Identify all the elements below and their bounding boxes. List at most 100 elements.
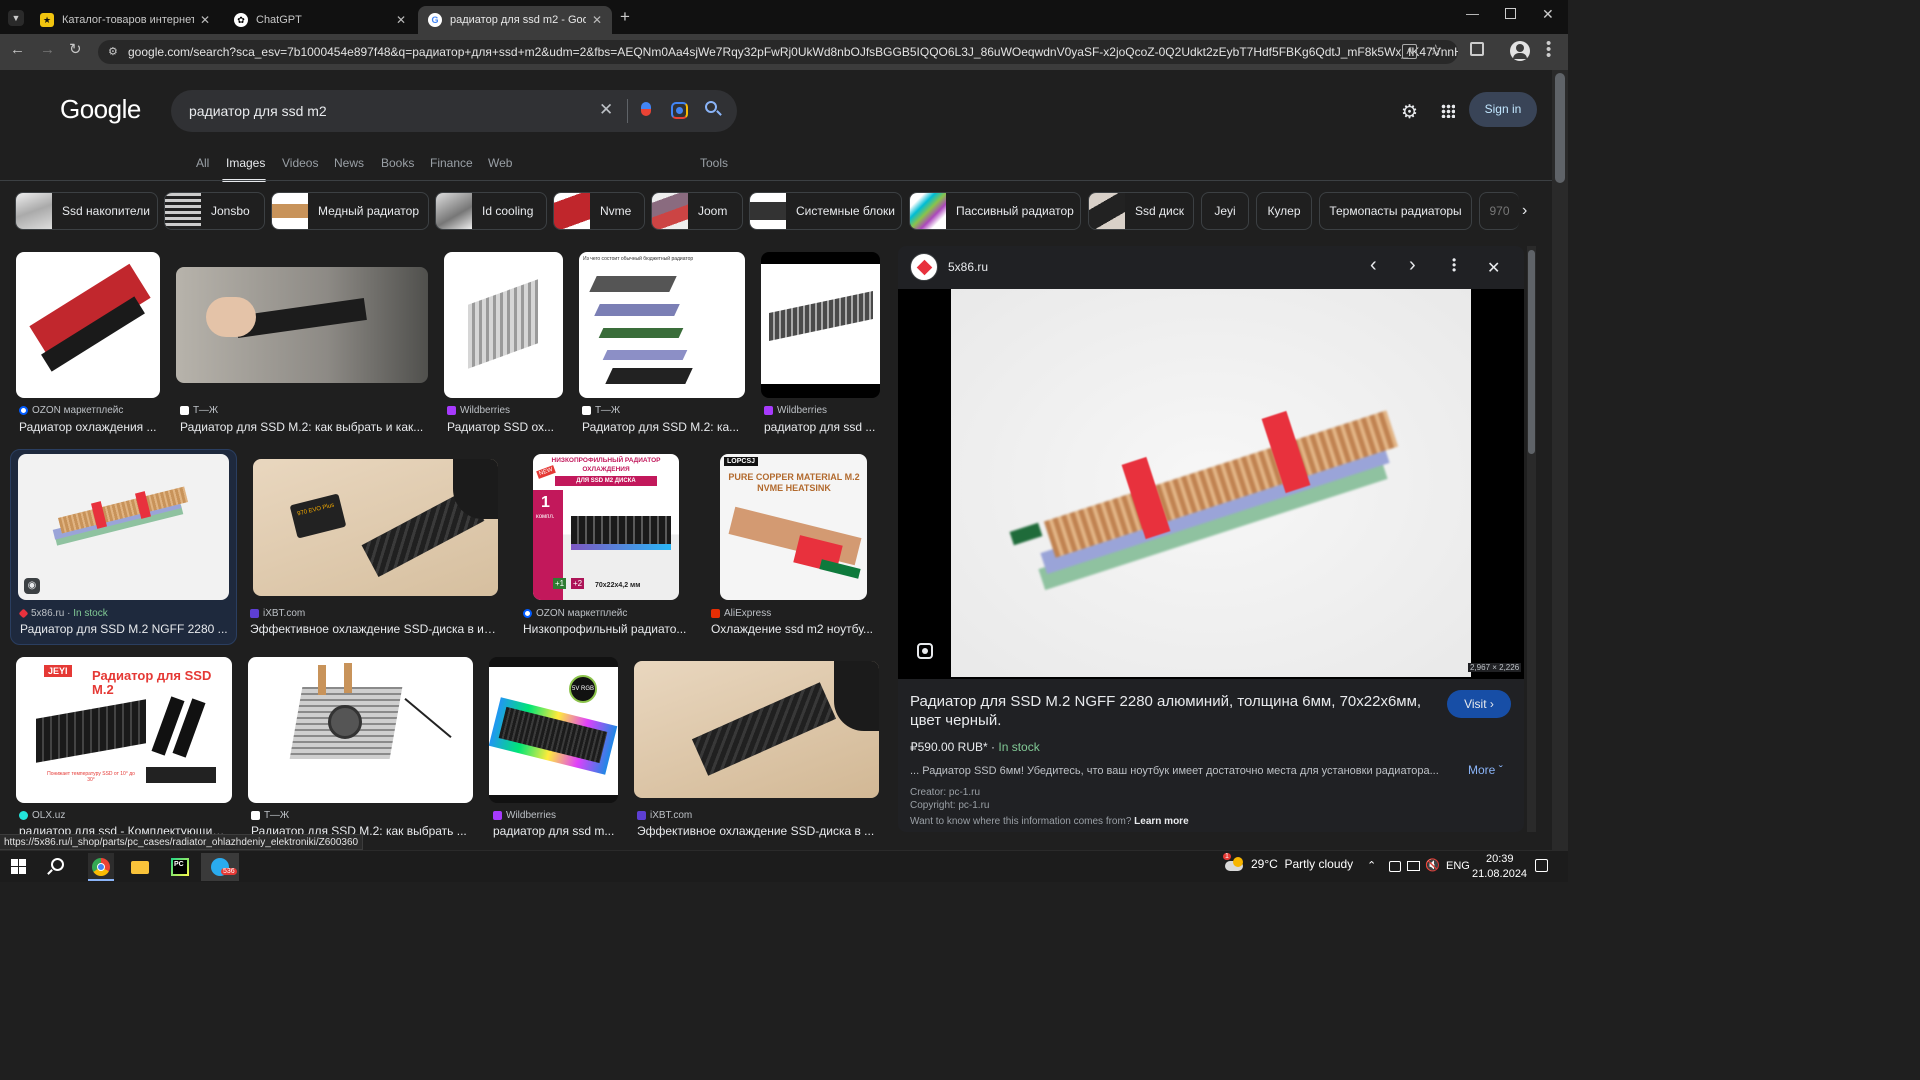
chip-passive-radiator[interactable]: Пассивный радиатор (909, 192, 1081, 230)
search-icon[interactable] (47, 858, 64, 875)
search-submit-icon[interactable] (705, 101, 722, 116)
search-input[interactable]: радиатор для ssd m2 ✕ (171, 90, 737, 132)
profile-avatar-icon[interactable] (1510, 41, 1530, 61)
telegram-icon[interactable]: 536 (201, 853, 239, 881)
result-image[interactable] (16, 252, 160, 398)
result-caption[interactable]: Эффективное охлаждение SSD-диска в ... (637, 824, 877, 838)
result-caption[interactable]: Радиатор для SSD M.2: как выбрать и как.… (180, 420, 428, 434)
start-windows-icon[interactable] (11, 859, 26, 874)
result-image[interactable]: ◉ (18, 454, 229, 600)
google-apps-icon[interactable] (1441, 104, 1455, 118)
lens-search-icon[interactable] (671, 102, 688, 119)
back-icon[interactable]: ← (10, 41, 25, 58)
tray-chevron-up-icon[interactable]: ⌃ (1367, 859, 1376, 872)
preview-title[interactable]: Радиатор для SSD M.2 NGFF 2280 алюминий,… (910, 692, 1440, 730)
site-logo[interactable] (910, 253, 938, 281)
translate-icon[interactable]: A (1402, 44, 1417, 59)
reload-icon[interactable]: ↻ (69, 40, 82, 58)
bookmark-star-icon[interactable]: ☆ (1429, 41, 1442, 59)
result-image[interactable]: 5V RGB (489, 657, 618, 803)
tab-news[interactable]: News (334, 156, 364, 170)
tab-list-chevron-icon[interactable]: ▼ (8, 10, 24, 26)
tab-google-search[interactable]: G радиатор для ssd m2 - Google ✕ (418, 6, 612, 34)
tab-catalog[interactable]: ★ Каталог-товаров интернет-магазин ✕ (30, 6, 220, 34)
result-caption[interactable]: радиатор для ssd ... (764, 420, 878, 434)
preview-image[interactable] (951, 289, 1471, 677)
chip-system-units[interactable]: Системные блоки (749, 192, 902, 230)
chip-ssd-disk[interactable]: Ssd диск (1088, 192, 1194, 230)
result-image[interactable]: JEYI Радиатор для SSD M.2 Понижает темпе… (16, 657, 232, 803)
meet-camera-icon[interactable] (1389, 861, 1401, 872)
chip-jeyi[interactable]: Jeyi (1201, 192, 1249, 230)
result-caption[interactable]: Радиатор охлаждения ... (19, 420, 164, 434)
result-caption[interactable]: Радиатор для SSD M.2 NGFF 2280 ... (20, 622, 230, 636)
clock-time[interactable]: 20:39 (1486, 853, 1514, 865)
tab-all[interactable]: All (196, 156, 209, 170)
result-image[interactable]: Из чего состоит обычный бюджетный радиат… (579, 252, 745, 398)
close-tab-icon[interactable]: ✕ (592, 13, 602, 27)
chrome-taskbar-icon[interactable] (88, 853, 114, 881)
minimize-window-icon[interactable]: — (1466, 6, 1479, 21)
sign-in-button[interactable]: Sign in (1469, 92, 1537, 127)
result-image[interactable] (634, 661, 879, 798)
chip-joom[interactable]: Joom (651, 192, 743, 230)
chip-ssd-drives[interactable]: Ssd накопители (15, 192, 158, 230)
more-link[interactable]: More ˇ (1468, 763, 1503, 777)
new-tab-icon[interactable]: + (620, 7, 630, 27)
chip-970[interactable]: 970 (1479, 192, 1519, 230)
close-tab-icon[interactable]: ✕ (396, 13, 406, 27)
result-image[interactable]: LOPCSJ PURE COPPER MATERIAL M.2 NVME HEA… (720, 454, 867, 600)
chip-copper-radiator[interactable]: Медный радиатор (271, 192, 429, 230)
chip-cooler[interactable]: Кулер (1256, 192, 1312, 230)
voice-search-icon[interactable] (641, 102, 651, 116)
site-info-icon[interactable]: ⚙ (108, 45, 118, 58)
chip-thermal-paste[interactable]: Термопасты радиаторы (1319, 192, 1472, 230)
address-bar[interactable]: ⚙ google.com/search?sca_esv=7b1000454e89… (98, 40, 1458, 64)
close-window-icon[interactable]: ✕ (1542, 6, 1554, 23)
result-image[interactable]: 970 EVO Plus (253, 459, 498, 596)
result-caption[interactable]: Охлаждение ssd m2 ноутбу... (711, 622, 877, 636)
previous-image-icon[interactable]: ‹ (1370, 254, 1377, 277)
next-image-icon[interactable]: › (1409, 254, 1416, 277)
tools-button[interactable]: Tools (700, 156, 728, 170)
browser-menu-icon[interactable]: • • • (1546, 36, 1551, 63)
result-caption[interactable]: Эффективное охлаждение SSD-диска в ис... (250, 622, 498, 636)
close-tab-icon[interactable]: ✕ (200, 13, 210, 27)
tab-chatgpt[interactable]: ✿ ChatGPT ✕ (224, 6, 416, 34)
result-image[interactable] (176, 267, 428, 383)
weather-widget[interactable]: 1 29°C Partly cloudy (1223, 853, 1353, 871)
tab-finance[interactable]: Finance (430, 156, 473, 170)
tab-images[interactable]: Images (226, 156, 265, 170)
clear-search-icon[interactable]: ✕ (599, 100, 613, 120)
tab-videos[interactable]: Videos (282, 156, 318, 170)
clock-date[interactable]: 21.08.2024 (1472, 868, 1527, 880)
result-image[interactable] (248, 657, 473, 803)
learn-more-link[interactable]: Learn more (1134, 816, 1188, 827)
extensions-icon[interactable] (1470, 42, 1484, 56)
result-caption[interactable]: Радиатор для SSD M.2: ка... (582, 420, 742, 434)
lens-icon[interactable] (917, 643, 933, 659)
network-icon[interactable] (1407, 861, 1420, 871)
chip-nvme[interactable]: Nvme (553, 192, 645, 230)
result-image[interactable] (761, 252, 880, 398)
chip-jonsbo[interactable]: Jonsbo (164, 192, 265, 230)
google-logo[interactable]: Google (60, 94, 141, 125)
volume-muted-icon[interactable]: 🔇 (1425, 858, 1440, 872)
result-image[interactable] (444, 252, 563, 398)
pycharm-icon[interactable]: PC (171, 858, 189, 876)
chip-id-cooling[interactable]: Id cooling (435, 192, 547, 230)
restore-window-icon[interactable] (1505, 8, 1516, 19)
chips-next-icon[interactable]: › (1522, 202, 1527, 220)
page-scrollbar[interactable] (1552, 70, 1568, 850)
site-name[interactable]: 5x86.ru (948, 260, 988, 274)
visit-button[interactable]: Visit › (1447, 690, 1511, 718)
file-explorer-icon[interactable] (131, 861, 149, 874)
result-caption[interactable]: Низкопрофильный радиато... (523, 622, 689, 636)
result-image[interactable]: НИЗКОПРОФИЛЬНЫЙ РАДИАТОР ОХЛАЖДЕНИЯ ДЛЯ … (533, 454, 679, 600)
language-indicator[interactable]: ENG (1446, 860, 1470, 872)
result-caption[interactable]: Радиатор SSD ох... (447, 420, 559, 434)
tab-web[interactable]: Web (488, 156, 512, 170)
forward-icon[interactable]: → (40, 41, 55, 58)
notifications-icon[interactable] (1535, 859, 1548, 872)
close-preview-icon[interactable]: ✕ (1487, 258, 1500, 278)
